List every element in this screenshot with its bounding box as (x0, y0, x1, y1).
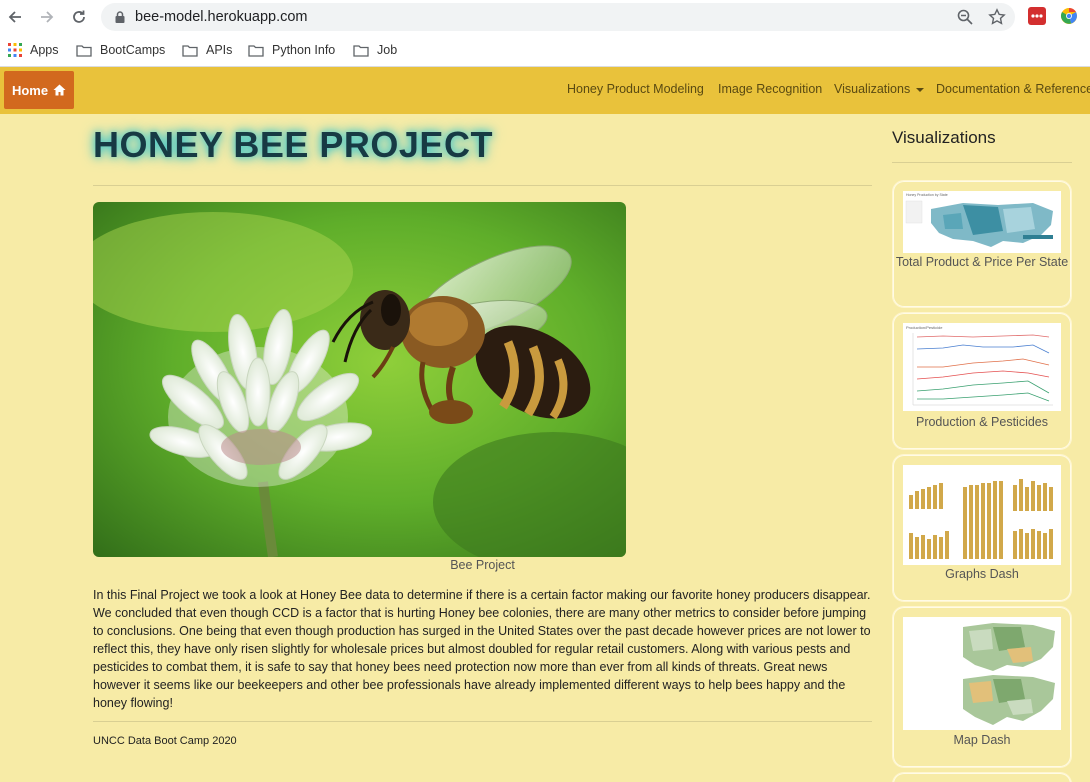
card-label: Graphs Dash (945, 567, 1019, 581)
page-title: HONEY BEE PROJECT (93, 124, 493, 165)
card-label: Map Dash (953, 733, 1011, 747)
home-icon (53, 84, 66, 96)
line-chart-thumbnail: Production/Pesticide (903, 323, 1061, 411)
bookmark-job[interactable]: Job (353, 41, 397, 59)
bee-image (93, 202, 626, 557)
footer-text: UNCC Data Boot Camp 2020 (93, 735, 237, 747)
image-caption: Bee Project (450, 558, 515, 572)
lock-icon (115, 11, 125, 23)
nav-documentation[interactable]: Documentation & References (936, 82, 1090, 96)
viz-card-total-product[interactable]: Honey Production by State Total Product … (892, 180, 1072, 308)
viz-card-production-pesticides[interactable]: Production/Pesticide Production & Pestic… (892, 312, 1072, 450)
bookmark-label: BootCamps (100, 43, 166, 57)
folder-icon (248, 44, 264, 57)
bookmark-apps[interactable]: Apps (8, 41, 59, 59)
back-arrow-icon[interactable] (4, 6, 26, 28)
nav-visualizations-label: Visualizations (834, 82, 911, 96)
thumb-caption: Production/Pesticide (906, 325, 943, 330)
bookmarks-bar: Apps BootCamps APIs Python Info Job (0, 34, 1090, 67)
folder-icon (353, 44, 369, 57)
zoom-icon[interactable] (956, 8, 974, 26)
bookmark-star-icon[interactable] (988, 8, 1006, 26)
map-dashboard-thumbnail (903, 617, 1061, 730)
bookmark-bootcamps[interactable]: BootCamps (76, 41, 165, 59)
extension-icon[interactable] (1028, 7, 1046, 25)
project-description: In this Final Project we took a look at … (93, 588, 871, 710)
thumb-caption: Honey Production by State (906, 193, 948, 197)
bookmark-apis[interactable]: APIs (182, 41, 232, 59)
folder-icon (182, 44, 198, 57)
forward-arrow-icon[interactable] (36, 6, 58, 28)
viz-card-map-dash[interactable]: Map Dash (892, 606, 1072, 768)
nav-visualizations-dropdown[interactable]: Visualizations (834, 82, 925, 96)
nav-image-recognition[interactable]: Image Recognition (718, 82, 822, 96)
site-navbar: Home Honey Product Modeling Image Recogn… (0, 67, 1090, 114)
bookmark-label: Job (377, 43, 398, 57)
chrome-extension-icon[interactable] (1060, 7, 1078, 25)
viz-card-more[interactable] (892, 772, 1072, 782)
card-label: Production & Pesticides (915, 415, 1048, 429)
chevron-down-icon (916, 87, 925, 92)
url-text: bee-model.herokuapp.com (135, 9, 308, 25)
home-button[interactable]: Home (4, 71, 74, 109)
card-label: Total Product & Price Per State (895, 255, 1069, 269)
home-label: Home (11, 82, 49, 98)
apps-grid-icon (8, 43, 22, 57)
nav-honey-product-modeling[interactable]: Honey Product Modeling (567, 82, 704, 96)
footer-divider (93, 721, 872, 722)
viz-card-graphs-dash[interactable]: Graphs Dash (892, 454, 1072, 602)
bar-dashboard-thumbnail (903, 465, 1061, 565)
bookmark-label: Python Info (272, 43, 336, 57)
bookmark-label: Apps (30, 43, 59, 57)
browser-toolbar: bee-model.herokuapp.com (0, 0, 1090, 34)
bookmark-label: APIs (206, 43, 233, 57)
folder-icon (76, 44, 92, 57)
address-bar[interactable]: bee-model.herokuapp.com (101, 3, 1015, 31)
map-thumbnail: Honey Production by State (903, 191, 1061, 253)
reload-icon[interactable] (68, 6, 90, 28)
title-divider (93, 185, 872, 186)
bookmark-python-info[interactable]: Python Info (248, 41, 335, 59)
sidebar-divider (892, 162, 1072, 163)
sidebar-title: Visualizations (892, 128, 996, 147)
